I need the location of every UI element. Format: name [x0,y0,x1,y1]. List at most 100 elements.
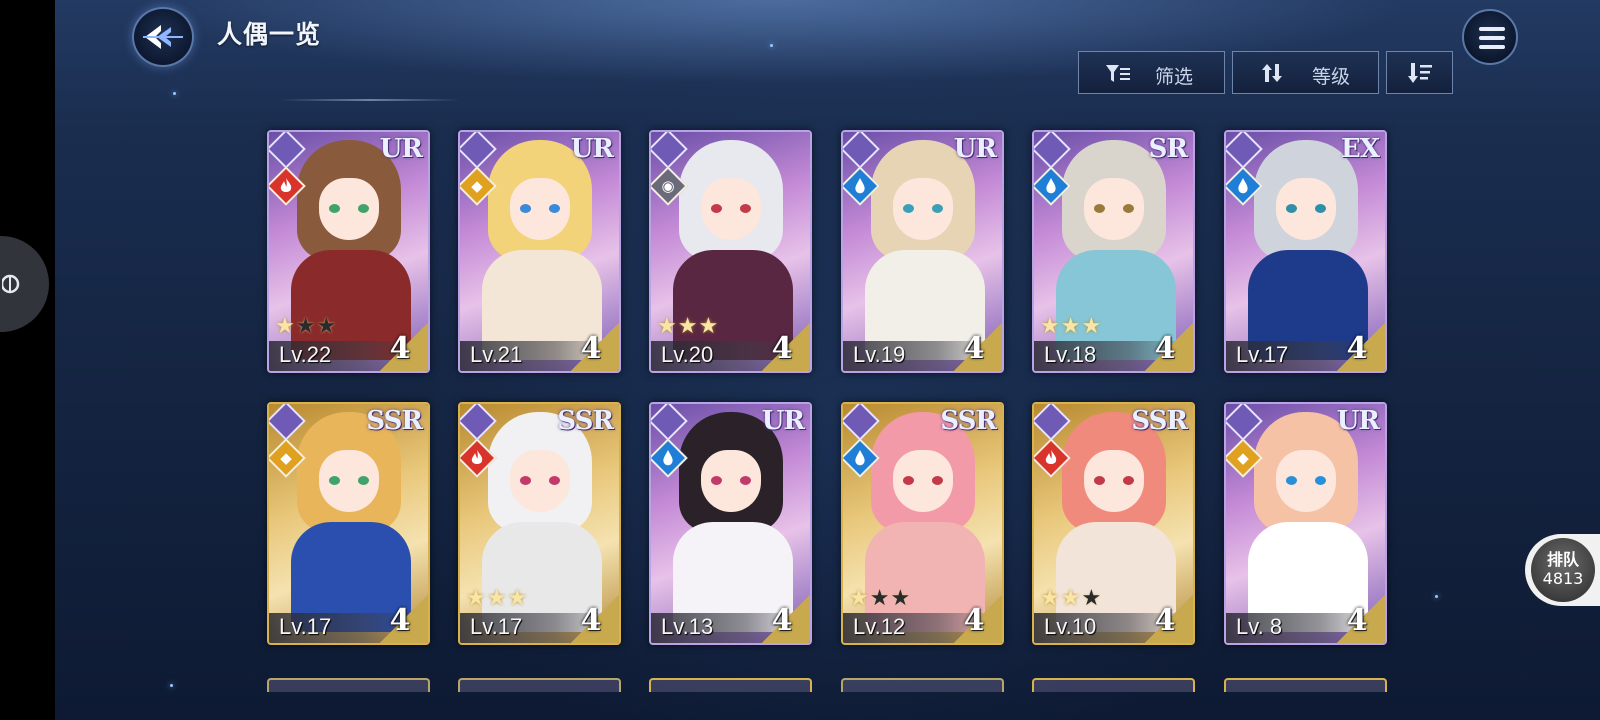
level-label: Lv. 8 [1236,614,1283,639]
star-icon: ★ [849,586,870,611]
copy-count: 4 [389,603,411,638]
sort-descending-icon [1408,63,1432,83]
level-label: Lv.17 [279,614,332,639]
menu-button[interactable] [1462,9,1518,65]
filter-icon [1106,65,1130,82]
copy-count: 4 [963,331,985,366]
rarity-label: SSR [557,406,614,436]
assist-icon [2,274,20,294]
water-element-icon [660,449,676,467]
queue-avatar: 排队 4813 [1531,538,1595,602]
star-icon: ★ [890,586,912,611]
star-rating: ★★★ [275,314,337,339]
sparkle [770,44,773,47]
card-peek[interactable] [458,678,621,692]
copy-count: 4 [1346,331,1368,366]
light-element-icon: ◆ [471,177,483,195]
star-icon: ★ [869,586,891,611]
sort-label: 等级 [1312,66,1351,88]
card-peek[interactable] [1224,678,1387,692]
fire-element-icon [469,449,485,467]
back-button[interactable] [132,7,194,67]
star-icon: ★ [698,314,720,339]
level-label: Lv.10 [1044,614,1097,639]
list-top-divider [280,99,460,101]
star-icon: ★ [677,314,699,339]
star-rating: ★★★ [1040,314,1102,339]
water-element-icon [1043,177,1059,195]
star-icon: ★ [466,586,487,611]
copy-count: 4 [771,603,793,638]
doll-card[interactable]: ◆ UR Lv.21 4 [458,130,621,373]
queue-indicator[interactable]: 排队 4813 [1525,534,1600,606]
doll-card[interactable]: UR Lv.19 4 [841,130,1004,373]
rarity-label: SSR [940,406,997,436]
doll-card[interactable]: UR ★★★ Lv.22 4 [267,130,430,373]
copy-count: 4 [580,603,602,638]
level-label: Lv.18 [1044,342,1097,367]
rarity-label: UR [379,134,423,164]
copy-count: 4 [1154,331,1176,366]
doll-card[interactable]: ◆ UR Lv. 8 4 [1224,402,1387,645]
doll-card[interactable]: EX Lv.17 4 [1224,130,1387,373]
sparkle [173,92,176,95]
doll-card[interactable]: ◉ ★★★ Lv.20 4 [649,130,812,373]
star-icon: ★ [486,586,508,611]
star-icon: ★ [1081,314,1103,339]
star-icon: ★ [1060,314,1082,339]
filter-label: 筛选 [1155,66,1194,88]
sort-level-button[interactable]: 等级 [1232,51,1379,94]
star-icon: ★ [1081,586,1103,611]
rarity-label: UR [953,134,997,164]
level-label: Lv.17 [1236,342,1289,367]
copy-count: 4 [1346,603,1368,638]
doll-card[interactable]: SSR ★★★ Lv.17 4 [458,402,621,645]
card-peek[interactable] [649,678,812,692]
level-label: Lv.13 [661,614,714,639]
star-icon: ★ [295,314,317,339]
water-element-icon [852,177,868,195]
page-title: 人偶一览 [217,20,322,49]
star-icon: ★ [657,314,678,339]
doll-card[interactable]: ◆ SSR Lv.17 4 [267,402,430,645]
sort-order-button[interactable] [1386,51,1453,94]
sparkle [170,684,173,687]
rarity-label: SSR [1131,406,1188,436]
filter-button[interactable]: 筛选 [1078,51,1225,94]
doll-card[interactable]: SSR ★★★ Lv.12 4 [841,402,1004,645]
level-label: Lv.21 [470,342,523,367]
eye-element-icon: ◉ [661,177,675,195]
menu-icon [1464,11,1520,67]
card-peek[interactable] [1032,678,1195,692]
star-rating: ★★★ [1040,586,1102,611]
copy-count: 4 [1154,603,1176,638]
doll-card[interactable]: UR Lv.13 4 [649,402,812,645]
card-peek[interactable] [841,678,1004,692]
rarity-label: SSR [366,406,423,436]
star-rating: ★★★ [657,314,719,339]
back-arrow-icon [143,25,183,49]
star-icon: ★ [275,314,296,339]
sparkle [1435,595,1438,598]
rarity-label: EX [1341,134,1380,164]
doll-card[interactable]: SSR ★★★ Lv.10 4 [1032,402,1195,645]
star-icon: ★ [1060,586,1082,611]
rarity-label: UR [761,406,805,436]
copy-count: 4 [963,603,985,638]
level-label: Lv.12 [853,614,906,639]
star-icon: ★ [1040,586,1061,611]
doll-card[interactable]: SR ★★★ Lv.18 4 [1032,130,1195,373]
queue-label: 排队 [1546,550,1579,569]
screen: 人偶一览 筛选 等级 UR ★★★ Lv.22 4 ◆ UR Lv.21 4 ◉… [0,0,1600,720]
water-element-icon [1235,177,1251,195]
water-element-icon [852,449,868,467]
star-icon: ★ [1040,314,1061,339]
sort-arrows-icon [1262,64,1282,82]
copy-count: 4 [771,331,793,366]
copy-count: 4 [389,331,411,366]
rarity-label: UR [570,134,614,164]
card-peek[interactable] [267,678,430,692]
collection-screen: 人偶一览 筛选 等级 UR ★★★ Lv.22 4 ◆ UR Lv.21 4 ◉… [55,0,1600,720]
floating-assist-handle[interactable] [0,236,49,332]
level-label: Lv.20 [661,342,714,367]
